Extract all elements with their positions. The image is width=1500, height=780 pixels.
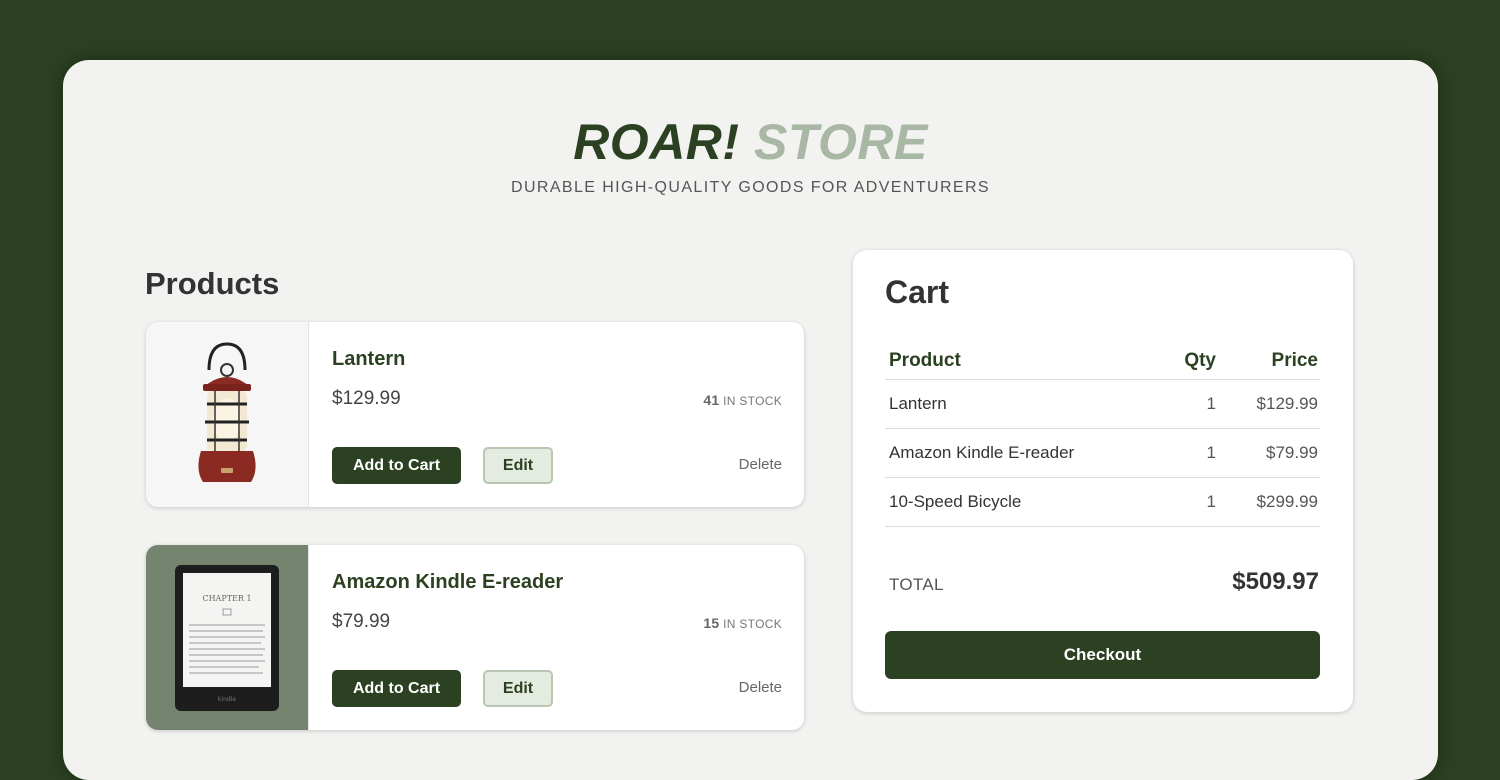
column-header-price: Price [1271, 350, 1318, 371]
cart-table: Product Qty Price Lantern 1 $129.99 Amaz… [885, 350, 1320, 527]
store-tagline: DURABLE HIGH-QUALITY GOODS FOR ADVENTURE… [510, 179, 991, 196]
cart-item-product: Amazon Kindle E-reader [889, 443, 1075, 462]
stock-indicator: 41 IN STOCK [703, 392, 782, 408]
product-name: Lantern [332, 348, 406, 370]
stock-label: IN STOCK [723, 394, 782, 408]
product-price: $129.99 [332, 388, 401, 409]
product-image [146, 322, 309, 507]
stock-label: IN STOCK [723, 617, 782, 631]
lantern-icon [198, 341, 256, 482]
products-heading: Products [145, 266, 280, 301]
column-header-product: Product [889, 350, 961, 371]
cart-item-qty: 1 [1206, 443, 1216, 462]
cart-item-qty: 1 [1206, 394, 1216, 413]
kindle-icon: CHAPTER 1 kindle [175, 564, 279, 711]
cart-item-product: Lantern [889, 394, 947, 413]
stock-indicator: 15 IN STOCK [703, 615, 782, 631]
product-card: Lantern $129.99 41 IN STOCK Add to Cart … [146, 322, 804, 507]
delete-button[interactable]: Delete [739, 679, 782, 696]
svg-text:kindle: kindle [218, 696, 236, 703]
store-title-store: STORE [753, 114, 928, 170]
stock-count: 41 [703, 392, 720, 408]
checkout-button[interactable]: Checkout [885, 631, 1320, 679]
store-panel: ROAR! STORE DURABLE HIGH-QUALITY GOODS F… [63, 60, 1438, 780]
total-value: $509.97 [1232, 568, 1319, 595]
product-name: Amazon Kindle E-reader [332, 571, 564, 593]
edit-button[interactable]: Edit [483, 670, 553, 707]
edit-button[interactable]: Edit [483, 447, 553, 484]
product-price: $79.99 [332, 611, 391, 632]
cart-table-header: Product Qty Price [885, 350, 1320, 380]
svg-text:CHAPTER 1: CHAPTER 1 [202, 594, 251, 603]
cart-row: Lantern 1 $129.99 [885, 380, 1320, 429]
product-card: CHAPTER 1 kindle Amazon Kindle E-reader … [146, 545, 804, 730]
add-to-cart-button[interactable]: Add to Cart [332, 670, 461, 707]
add-to-cart-button[interactable]: Add to Cart [332, 447, 461, 484]
cart-item-price: $79.99 [1266, 443, 1318, 462]
brand-header: ROAR! STORE DURABLE HIGH-QUALITY GOODS F… [63, 115, 1438, 197]
cart-item-price: $129.99 [1256, 394, 1318, 413]
delete-button[interactable]: Delete [739, 456, 782, 473]
cart-panel: Cart Product Qty Price Lantern 1 $129.99… [853, 250, 1353, 712]
cart-row: Amazon Kindle E-reader 1 $79.99 [885, 429, 1320, 478]
cart-item-qty: 1 [1206, 492, 1216, 511]
stock-count: 15 [703, 615, 720, 631]
cart-item-price: $299.99 [1256, 492, 1318, 511]
total-label: TOTAL [889, 575, 944, 594]
cart-title: Cart [885, 274, 950, 310]
cart-row: 10-Speed Bicycle 1 $299.99 [885, 478, 1320, 527]
column-header-qty: Qty [1184, 350, 1216, 371]
product-image: CHAPTER 1 kindle [146, 545, 309, 730]
cart-item-product: 10-Speed Bicycle [889, 492, 1022, 511]
store-title: ROAR! STORE [63, 115, 1438, 169]
store-title-roar: ROAR! [573, 114, 740, 170]
